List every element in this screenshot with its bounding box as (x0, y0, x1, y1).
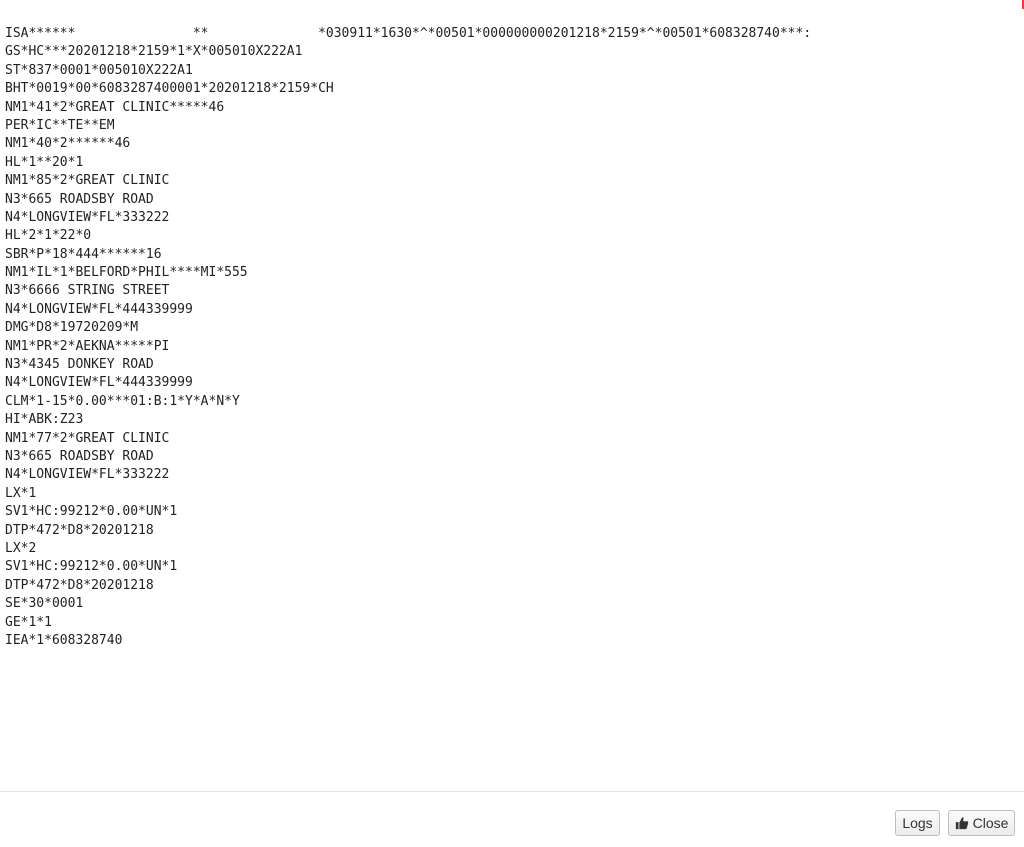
edi-segment-line: N3*665 ROADSBY ROAD (5, 191, 154, 207)
edi-segment-line: DTP*472*D8*20201218 (5, 522, 154, 538)
edi-segment-line: SV1*HC:99212*0.00*UN*1 (5, 559, 178, 575)
logs-button-label: Logs (902, 815, 933, 831)
edi-segment-line: CLM*1-15*0.00***01:B:1*Y*A*N*Y (5, 393, 240, 409)
edi-segment-line: DMG*D8*19720209*M (5, 320, 139, 336)
dialog-footer: Logs Close (0, 791, 1024, 847)
edi-segment-line: IEA*1*608328740 (5, 632, 123, 648)
edi-segment-line: NM1*IL*1*BELFORD*PHIL****MI*555 (5, 265, 248, 281)
edi-segment-line: DTP*472*D8*20201218 (5, 577, 154, 593)
edi-document-text: ISA****** ** *030911*1630*^*00501*000000… (0, 0, 1024, 650)
edi-segment-line: LX*2 (5, 540, 37, 556)
edi-segment-line: NM1*77*2*GREAT CLINIC (5, 430, 170, 446)
edi-segment-line: ST*837*0001*005010X222A1 (5, 62, 193, 78)
edi-segment-line: N4*LONGVIEW*FL*444339999 (5, 301, 193, 317)
edi-segment-line: HI*ABK:Z23 (5, 412, 84, 428)
edi-segment-line: BHT*0019*00*6083287400001*20201218*2159*… (5, 81, 334, 97)
edi-segment-line: HL*1**20*1 (5, 154, 84, 170)
edi-segment-line: SBR*P*18*444******16 (5, 246, 162, 262)
edi-segment-line: N3*4345 DONKEY ROAD (5, 357, 154, 373)
edi-segment-line: NM1*40*2******46 (5, 136, 131, 152)
edi-segment-line: GE*1*1 (5, 614, 52, 630)
edi-segment-line: NM1*85*2*GREAT CLINIC (5, 173, 170, 189)
edi-segment-line: N4*LONGVIEW*FL*333222 (5, 209, 170, 225)
logs-button[interactable]: Logs (895, 810, 940, 836)
edi-segment-line: SE*30*0001 (5, 596, 84, 612)
edi-segment-line: N4*LONGVIEW*FL*444339999 (5, 375, 193, 391)
close-button-label: Close (972, 815, 1009, 831)
edi-segment-line: PER*IC**TE**EM (5, 117, 115, 133)
edi-segment-line: N4*LONGVIEW*FL*333222 (5, 467, 170, 483)
edi-segment-line: HL*2*1*22*0 (5, 228, 92, 244)
edi-segment-line: NM1*41*2*GREAT CLINIC*****46 (5, 99, 225, 115)
edi-segment-line: GS*HC***20201218*2159*1*X*005010X222A1 (5, 44, 303, 60)
edi-segment-line: SV1*HC:99212*0.00*UN*1 (5, 504, 178, 520)
thumbs-up-icon (955, 816, 969, 830)
close-button[interactable]: Close (948, 810, 1015, 836)
edi-segment-line: N3*6666 STRING STREET (5, 283, 170, 299)
edi-viewer: ISA****** ** *030911*1630*^*00501*000000… (0, 0, 1024, 791)
edi-segment-line: N3*665 ROADSBY ROAD (5, 448, 154, 464)
edi-segment-line: NM1*PR*2*AEKNA*****PI (5, 338, 170, 354)
edi-segment-line: ISA****** ** *030911*1630*^*00501*000000… (5, 26, 812, 41)
edi-segment-line: LX*1 (5, 485, 37, 501)
